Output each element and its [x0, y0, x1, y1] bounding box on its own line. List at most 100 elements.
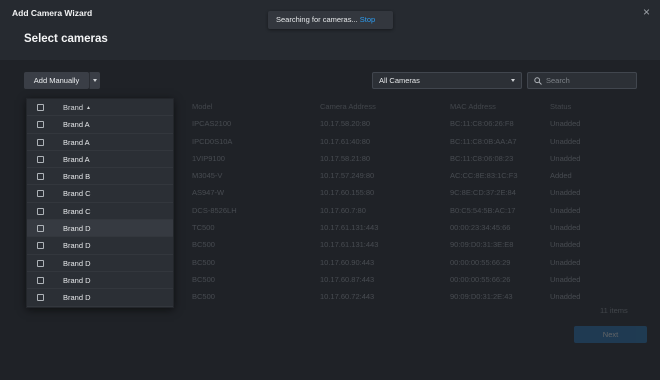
- brand-option-label: Brand A: [63, 137, 90, 147]
- cell-address: 10.17.61.131:443: [320, 223, 379, 233]
- cell-mac: 90:09:D0:31:2E:43: [450, 292, 513, 302]
- cell-model: AS947-W: [192, 188, 225, 198]
- search-icon: [534, 77, 542, 85]
- brand-option-label: Brand D: [63, 224, 91, 234]
- cell-model: BC500: [192, 240, 215, 250]
- cell-status: Unadded: [550, 188, 581, 198]
- brand-checkbox[interactable]: [37, 225, 44, 233]
- brand-option-label: Brand D: [63, 258, 91, 268]
- brand-option[interactable]: Brand D: [27, 255, 173, 272]
- cell-mac: 00:00:00:55:66:26: [450, 274, 511, 284]
- cell-mac: B0:C5:54:5B:AC:17: [450, 205, 516, 215]
- brand-option[interactable]: Brand D: [27, 289, 173, 307]
- brand-checkbox[interactable]: [37, 242, 44, 250]
- table-row[interactable]: 1VIP9100 10.17.58.21:80 BC:11:C8:06:08:23 U…: [186, 150, 636, 167]
- cell-model: 1VIP9100: [192, 153, 225, 163]
- brand-header-row[interactable]: Brand ▲: [27, 99, 173, 117]
- cell-model: BC500: [192, 257, 215, 267]
- brand-checkbox[interactable]: [37, 207, 44, 215]
- brand-header-label: Brand: [63, 103, 84, 112]
- brand-option-label: Brand B: [63, 172, 91, 182]
- add-manually-button[interactable]: Add Manually: [24, 72, 89, 89]
- table-row[interactable]: BC500 10.17.61.131:443 90:09:D0:31:3E:E8 Un…: [186, 236, 636, 253]
- camera-filter-value: All Cameras: [379, 76, 420, 85]
- table-row[interactable]: BC500 10.17.60.87:443 00:00:00:55:66:26 Una…: [186, 271, 636, 288]
- brand-option-label: Brand D: [63, 293, 91, 303]
- cell-address: 10.17.60.7:80: [320, 205, 366, 215]
- brand-checkbox[interactable]: [37, 121, 44, 129]
- column-header-model[interactable]: Model: [192, 102, 212, 111]
- brand-option[interactable]: Brand C: [27, 203, 173, 221]
- brand-option[interactable]: Brand B: [27, 168, 173, 186]
- table-row[interactable]: IPCD0S10A 10.17.61:40:80 BC:11:C8:0B:AA:A7…: [186, 133, 636, 150]
- table-row[interactable]: DCS-8526LH 10.17.60.7:80 B0:C5:54:5B:AC:17…: [186, 202, 636, 219]
- brand-checkbox[interactable]: [37, 138, 44, 146]
- cell-address: 10.17.58.20:80: [320, 119, 371, 129]
- cell-model: IPCD0S10A: [192, 136, 233, 146]
- table-row[interactable]: M3045-V 10.17.57.249:80 AC:CC:8E:83:1C:F3 A…: [186, 167, 636, 184]
- search-input[interactable]: [546, 73, 634, 88]
- chevron-down-icon: [511, 79, 515, 82]
- cell-status: Unadded: [550, 119, 581, 129]
- cell-status: Unadded: [550, 205, 581, 215]
- wizard-header: Add Camera Wizard × Select cameras Searc…: [0, 0, 660, 60]
- cell-model: TC500: [192, 223, 215, 233]
- brand-option[interactable]: Brand D: [27, 220, 173, 238]
- brand-checkbox[interactable]: [37, 259, 44, 267]
- search-status-toast: Searching for cameras... Stop: [268, 11, 393, 29]
- brand-option[interactable]: Brand D: [27, 272, 173, 290]
- brand-option[interactable]: Brand D: [27, 237, 173, 255]
- add-options-chevron-icon[interactable]: [89, 72, 100, 89]
- cell-mac: BC:11:C8:06:08:23: [450, 153, 514, 163]
- cell-status: Unadded: [550, 223, 581, 233]
- brand-option-label: Brand C: [63, 189, 91, 199]
- cell-address: 10.17.61.131:443: [320, 240, 379, 250]
- cell-address: 10.17.60.72:443: [320, 292, 375, 302]
- cell-address: 10.17.60.90:443: [320, 257, 375, 267]
- brand-option-label: Brand D: [63, 241, 91, 251]
- brand-checkbox[interactable]: [37, 276, 44, 284]
- close-icon[interactable]: ×: [643, 5, 650, 19]
- cell-mac: 90:09:D0:31:3E:E8: [450, 240, 514, 250]
- table-row[interactable]: AS947-W 10.17.60.155:80 9C:8E:CD:37:2E:84 U…: [186, 184, 636, 201]
- search-box[interactable]: [527, 72, 637, 89]
- cell-status: Unadded: [550, 292, 581, 302]
- toast-text: Searching for cameras...: [276, 15, 360, 24]
- table-row[interactable]: BC500 10.17.60.72:443 90:09:D0:31:2E:43 Una…: [186, 288, 636, 305]
- brand-option[interactable]: Brand C: [27, 185, 173, 203]
- cell-mac: 00:00:00:55:66:29: [450, 257, 511, 267]
- sort-up-icon[interactable]: ▲: [86, 105, 91, 111]
- cell-address: 10.17.60.87:443: [320, 274, 375, 284]
- column-header-mac[interactable]: MAC Address: [450, 102, 496, 111]
- next-button[interactable]: Next: [574, 326, 647, 343]
- cell-address: 10.17.58.21:80: [320, 153, 371, 163]
- brand-option-label: Brand A: [63, 120, 90, 130]
- brand-checkbox[interactable]: [37, 173, 44, 181]
- brand-filter-dropdown: Brand ▲ Brand A Brand A Brand A Brand B B…: [26, 98, 174, 308]
- window-title: Add Camera Wizard: [12, 8, 93, 18]
- cell-model: M3045-V: [192, 171, 223, 181]
- cell-model: IPCAS2100: [192, 119, 232, 129]
- brand-checkbox[interactable]: [37, 155, 44, 163]
- cell-mac: 00:00:23:34:45:66: [450, 223, 511, 233]
- brand-option[interactable]: Brand A: [27, 151, 173, 169]
- table-row[interactable]: TC500 10.17.61.131:443 00:00:23:34:45:66 Un…: [186, 219, 636, 236]
- cell-address: 10.17.57.249:80: [320, 171, 375, 181]
- column-header-address[interactable]: Camera Address: [320, 102, 376, 111]
- stop-link[interactable]: Stop: [360, 15, 375, 24]
- brand-checkbox[interactable]: [37, 294, 44, 302]
- brand-option[interactable]: Brand A: [27, 134, 173, 151]
- column-header-status[interactable]: Status: [550, 102, 571, 111]
- cell-status: Unadded: [550, 257, 581, 267]
- cell-status: Added: [550, 171, 572, 181]
- select-all-checkbox[interactable]: [37, 104, 44, 111]
- brand-option-label: Brand A: [63, 154, 90, 164]
- table-row[interactable]: IPCAS2100 10.17.58.20:80 BC:11:C8:06:26:F8…: [186, 115, 636, 132]
- camera-filter-select[interactable]: All Cameras: [372, 72, 522, 89]
- cell-status: Unadded: [550, 240, 581, 250]
- brand-checkbox[interactable]: [37, 190, 44, 198]
- cell-mac: BC:11:C8:0B:AA:A7: [450, 136, 517, 146]
- table-row[interactable]: BC500 10.17.60.90:443 00:00:00:55:66:29 Una…: [186, 254, 636, 271]
- cell-status: Unadded: [550, 153, 581, 163]
- brand-option[interactable]: Brand A: [27, 116, 173, 134]
